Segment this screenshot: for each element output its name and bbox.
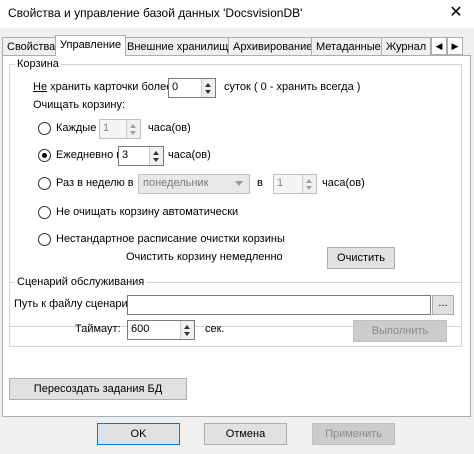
custom-schedule-label: Нестандартное расписание очистки корзины bbox=[56, 233, 285, 245]
weekly-hour-stepper[interactable]: 1 bbox=[273, 174, 317, 194]
every-hours-stepper[interactable]: 1 bbox=[99, 119, 141, 139]
maintenance-group: Сценарий обслуживания Путь к файлу сцена… bbox=[9, 276, 462, 347]
tab-strip: Свойства Управление Внешние хранилища Ар… bbox=[0, 35, 474, 56]
clean-now-button[interactable]: Очистить bbox=[327, 247, 395, 269]
script-path-label: Путь к файлу сценария: bbox=[14, 298, 137, 310]
timeout-unit: сек. bbox=[205, 323, 225, 335]
tab-scroll-right-icon[interactable]: ▶ bbox=[447, 37, 463, 55]
daily-hour-unit: часа(ов) bbox=[168, 149, 211, 161]
radio-every-hours[interactable] bbox=[38, 122, 51, 135]
tab-management[interactable]: Управление bbox=[55, 35, 127, 56]
radio-weekly[interactable] bbox=[38, 177, 51, 190]
clean-now-label: Очистить корзину немедленно bbox=[126, 251, 283, 263]
tab-external-storage[interactable]: Внешние хранилища bbox=[122, 37, 240, 56]
every-hours-value: 1 bbox=[103, 122, 110, 134]
timeout-stepper[interactable]: 600 bbox=[127, 320, 195, 340]
tab-scroll-left-icon[interactable]: ◀ bbox=[431, 37, 447, 55]
tab-properties[interactable]: Свойства bbox=[2, 37, 61, 56]
browse-button[interactable]: ... bbox=[432, 295, 454, 315]
every-hours-label: Каждые bbox=[56, 122, 97, 134]
run-script-button[interactable]: Выполнить bbox=[353, 320, 447, 342]
spin-up-icon[interactable] bbox=[130, 124, 136, 128]
chevron-down-icon bbox=[235, 181, 243, 186]
spin-down-icon[interactable] bbox=[184, 332, 190, 336]
keep-days-stepper[interactable]: 0 bbox=[168, 78, 216, 98]
spin-up-icon[interactable] bbox=[184, 325, 190, 329]
daily-hour-stepper[interactable]: 3 bbox=[118, 146, 164, 166]
script-path-input[interactable] bbox=[127, 295, 431, 315]
spin-down-icon[interactable] bbox=[306, 186, 312, 190]
spin-up-icon[interactable] bbox=[153, 151, 159, 155]
dialog-window: Свойства и управление базой данных 'Docs… bbox=[0, 0, 474, 454]
daily-label: Ежедневно в bbox=[56, 149, 123, 161]
tab-panel: Корзина Не хранить карточки более: 0 сут… bbox=[2, 55, 471, 417]
no-auto-clean-label: Не очищать корзину автоматически bbox=[56, 206, 239, 218]
spin-up-icon[interactable] bbox=[306, 179, 312, 183]
radio-daily[interactable] bbox=[38, 149, 51, 162]
timeout-value: 600 bbox=[131, 323, 150, 335]
apply-button[interactable]: Применить bbox=[312, 423, 395, 445]
maintenance-group-title: Сценарий обслуживания bbox=[15, 276, 147, 288]
keep-days-suffix: суток ( 0 - хранить всегда ) bbox=[224, 81, 361, 93]
keep-days-value: 0 bbox=[172, 81, 179, 93]
close-icon[interactable]: ✕ bbox=[442, 2, 470, 24]
keep-cards-label: Не хранить карточки более: bbox=[33, 81, 176, 93]
cancel-button[interactable]: Отмена bbox=[204, 423, 287, 445]
daily-hour-value: 3 bbox=[122, 149, 129, 161]
tab-journal[interactable]: Журнал bbox=[381, 37, 432, 56]
radio-no-auto-clean[interactable] bbox=[38, 206, 51, 219]
spin-down-icon[interactable] bbox=[153, 158, 159, 162]
radio-custom-schedule[interactable] bbox=[38, 233, 51, 246]
ok-button[interactable]: OK bbox=[97, 423, 180, 445]
every-hours-unit: часа(ов) bbox=[148, 122, 191, 134]
timeout-label: Таймаут: bbox=[75, 323, 121, 335]
spin-up-icon[interactable] bbox=[205, 83, 211, 87]
weekly-hour-unit: часа(ов) bbox=[322, 177, 365, 189]
trash-group-title: Корзина bbox=[15, 58, 61, 70]
spin-down-icon[interactable] bbox=[205, 90, 211, 94]
tab-archiving[interactable]: Архивирование bbox=[228, 37, 318, 56]
spin-down-icon[interactable] bbox=[130, 131, 136, 135]
window-title: Свойства и управление базой данных 'Docs… bbox=[8, 6, 303, 20]
clean-trash-label: Очищать корзину: bbox=[33, 99, 126, 111]
title-bar: Свойства и управление базой данных 'Docs… bbox=[0, 0, 474, 28]
weekly-at-label: в bbox=[257, 177, 263, 189]
weekly-hour-value: 1 bbox=[277, 177, 284, 189]
recreate-db-jobs-button[interactable]: Пересоздать задания БД bbox=[9, 378, 187, 400]
tab-metadata[interactable]: Метаданные bbox=[311, 37, 386, 56]
weekday-select[interactable]: понедельник bbox=[138, 174, 250, 194]
weekly-label: Раз в неделю в bbox=[56, 177, 134, 189]
